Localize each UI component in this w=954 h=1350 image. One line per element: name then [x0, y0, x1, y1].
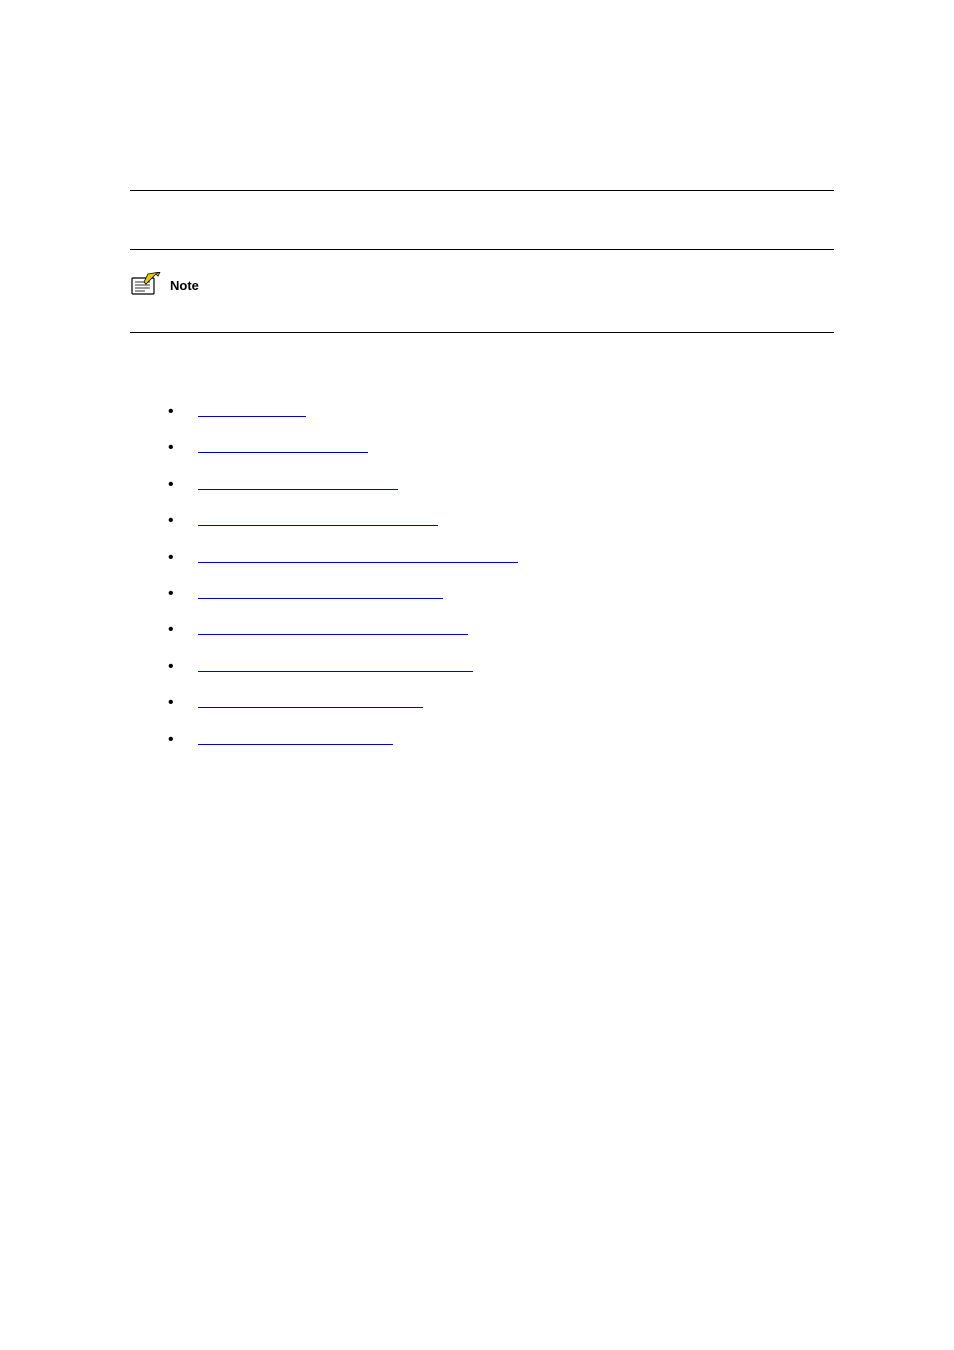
note-header: Note — [130, 272, 834, 298]
link-1[interactable] — [198, 403, 306, 417]
list-item — [168, 403, 834, 425]
link-list — [130, 403, 834, 753]
top-divider — [130, 190, 834, 191]
note-top-divider — [130, 249, 834, 250]
list-item — [168, 549, 834, 571]
note-section: Note — [130, 249, 834, 333]
link-5[interactable] — [198, 549, 518, 563]
link-2[interactable] — [198, 439, 368, 453]
list-item — [168, 694, 834, 716]
link-6[interactable] — [198, 585, 443, 599]
list-item — [168, 585, 834, 607]
link-10[interactable] — [198, 731, 393, 745]
list-item — [168, 512, 834, 534]
list-item — [168, 621, 834, 643]
note-icon — [130, 272, 162, 298]
link-4[interactable] — [198, 512, 438, 526]
note-label: Note — [170, 278, 199, 293]
list-item — [168, 439, 834, 461]
link-8[interactable] — [198, 658, 473, 672]
page-content: Note — [0, 0, 954, 753]
list-item — [168, 731, 834, 753]
link-3[interactable] — [198, 476, 398, 490]
list-item — [168, 658, 834, 680]
note-body-spacer — [130, 312, 834, 332]
note-bottom-divider — [130, 332, 834, 333]
list-item — [168, 476, 834, 498]
link-9[interactable] — [198, 694, 423, 708]
link-7[interactable] — [198, 621, 468, 635]
